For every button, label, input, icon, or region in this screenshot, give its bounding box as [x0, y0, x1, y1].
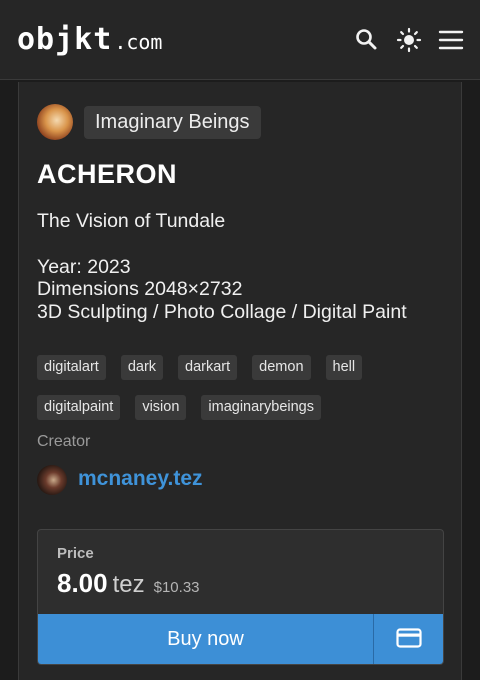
pay-with-card-button[interactable] — [374, 614, 443, 664]
tag-chip[interactable]: vision — [135, 395, 187, 420]
price-usd-equivalent: $10.33 — [153, 579, 200, 596]
description-line: The Vision of Tundale — [37, 210, 226, 232]
tag-chip[interactable]: digitalpaint — [37, 395, 121, 420]
price-currency-unit: tez — [112, 571, 145, 598]
tag-chip[interactable]: hell — [325, 355, 363, 380]
creator-label: Creator — [37, 433, 91, 450]
search-icon[interactable] — [354, 27, 380, 53]
tag-chip[interactable]: imaginarybeings — [201, 395, 321, 420]
tag-chip[interactable]: darkart — [178, 355, 238, 380]
price-amount: 8.00 — [57, 568, 108, 598]
price-label: Price — [57, 545, 94, 562]
artwork-title: ACHERON — [37, 159, 178, 189]
description-line: Dimensions 2048×2732 — [37, 278, 243, 300]
menu-icon[interactable] — [438, 27, 464, 53]
collection-avatar[interactable] — [37, 104, 73, 140]
artwork-description: The Vision of Tundale Year: 2023 Dimensi… — [37, 210, 457, 323]
collection-link[interactable]: Imaginary Beings — [84, 106, 261, 139]
description-line: 3D Sculpting / Photo Collage / Digital P… — [37, 300, 407, 323]
sun-icon[interactable] — [396, 27, 422, 53]
price-row: 8.00 tez $10.33 — [57, 568, 200, 599]
tag-chip[interactable]: digitalart — [37, 355, 106, 380]
buy-now-button[interactable]: Buy now — [38, 614, 374, 664]
listing-price-panel: Price 8.00 tez $10.33 Buy now — [37, 529, 444, 665]
tag-chip[interactable]: dark — [120, 355, 164, 380]
creator-name-link[interactable]: mcnaney.tez — [78, 467, 203, 491]
artwork-details-card: Imaginary Beings ACHERON The Vision of T… — [18, 82, 462, 680]
description-blank-line — [37, 233, 457, 256]
top-navigation-bar: objkt .com — [0, 0, 480, 80]
logo-main-text: objkt — [17, 22, 113, 57]
description-line: Year: 2023 — [37, 255, 131, 278]
creator-avatar[interactable] — [37, 465, 67, 495]
tag-chip[interactable]: demon — [252, 355, 311, 380]
credit-card-icon — [396, 628, 422, 651]
tag-list: digitalart dark darkart demon hell digit… — [37, 355, 447, 420]
site-logo[interactable]: objkt .com — [17, 22, 162, 57]
logo-domain-text: .com — [114, 30, 163, 54]
